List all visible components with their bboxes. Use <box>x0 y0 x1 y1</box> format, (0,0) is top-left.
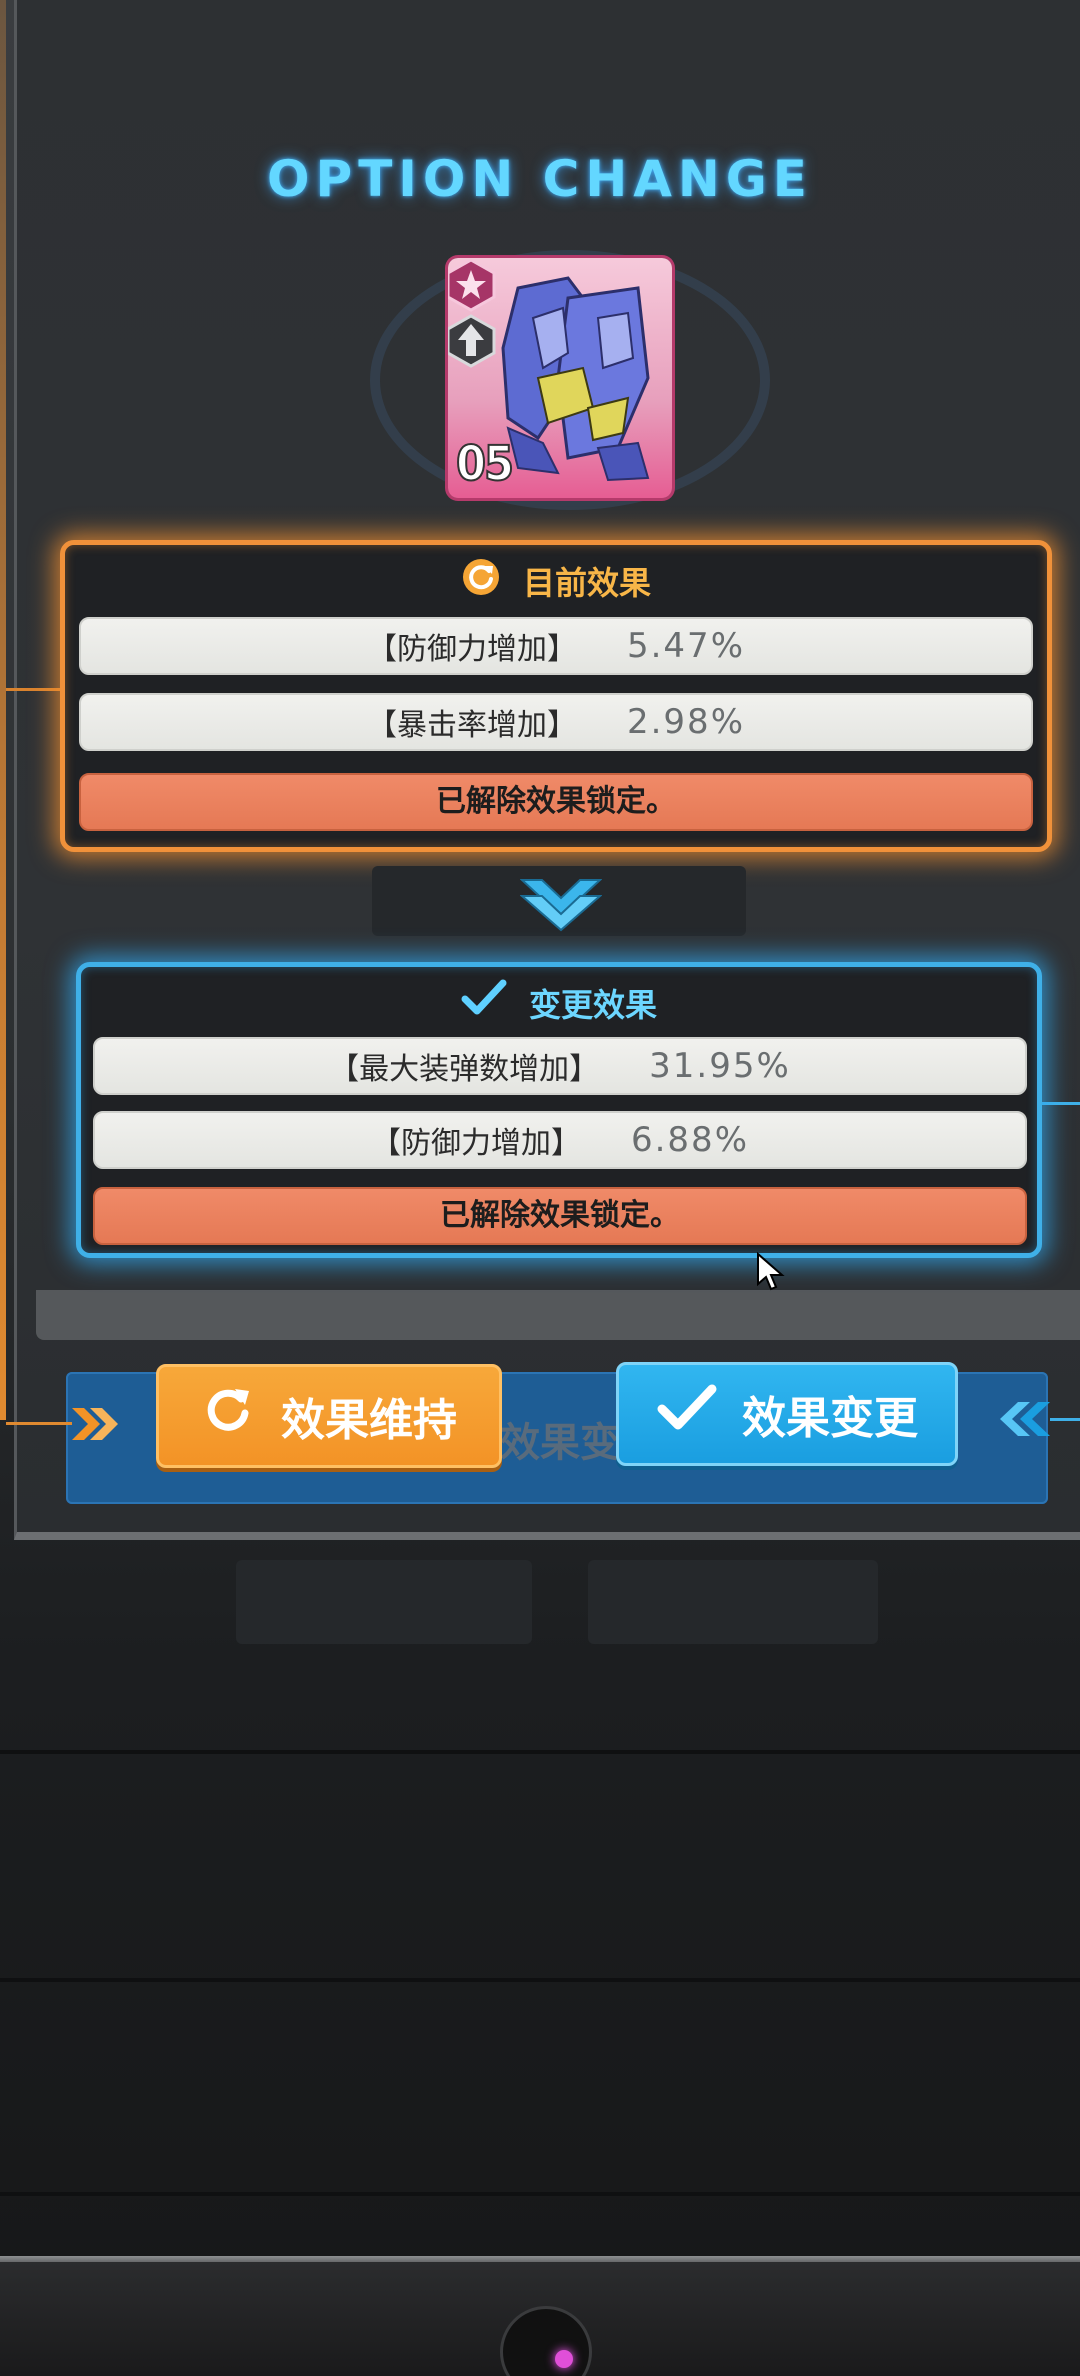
lock-status-bar: 已解除效果锁定。 <box>93 1187 1027 1245</box>
double-arrow-right-icon <box>72 1408 118 1440</box>
refresh-icon <box>201 1383 257 1450</box>
check-icon <box>656 1383 718 1446</box>
divider <box>0 2192 1080 2196</box>
left-frame-line <box>0 0 6 1420</box>
effect-name: 【防御力增加】 <box>366 632 577 667</box>
effect-name: 【最大装弹数增加】 <box>329 1052 600 1087</box>
change-effect-label: 效果变更 <box>742 1393 918 1444</box>
current-effect-header: 目前效果 <box>65 557 1047 605</box>
current-effect-row: 【防御力增加】 5.47% <box>79 617 1033 675</box>
refresh-icon <box>461 557 501 605</box>
arrow-emblem-icon <box>448 314 496 368</box>
changed-effect-row: 【最大装弹数增加】 31.95% <box>93 1037 1027 1095</box>
check-icon <box>461 979 507 1027</box>
chevron-down-icon <box>520 879 602 932</box>
connector-line <box>6 1422 72 1425</box>
effect-value: 2.98% <box>626 702 745 742</box>
page-title: OPTION CHANGE <box>267 150 813 208</box>
game-screen: OPTION CHANGE 05 目前效果 【防御力增加】 5.47% 【暴击率… <box>0 0 1080 2376</box>
divider <box>0 1750 1080 1754</box>
double-arrow-left-icon <box>1000 1402 1050 1436</box>
effect-value: 6.88% <box>630 1120 749 1160</box>
connector-line <box>6 688 62 691</box>
effect-value: 5.47% <box>626 626 745 666</box>
background-ghost <box>236 1560 532 1644</box>
effect-value: 31.95% <box>649 1046 791 1086</box>
lock-status-bar: 已解除效果锁定。 <box>79 773 1033 831</box>
item-card: 05 <box>448 258 672 498</box>
item-level: 05 <box>455 435 515 493</box>
change-effect-button[interactable]: 效果变更 <box>616 1362 958 1466</box>
divider <box>0 1978 1080 1982</box>
effect-name: 【暴击率增加】 <box>366 708 577 743</box>
current-effect-panel: 目前效果 【防御力增加】 5.47% 【暴击率增加】 2.98% 已解除效果锁定… <box>60 540 1052 852</box>
current-effect-row: 【暴击率增加】 2.98% <box>79 693 1033 751</box>
effect-name: 【防御力增加】 <box>370 1126 581 1161</box>
connector-line <box>1050 1418 1080 1421</box>
keep-effect-label: 效果维持 <box>281 1395 457 1446</box>
keep-effect-button[interactable]: 效果维持 <box>156 1364 502 1468</box>
changed-effect-title: 变更效果 <box>528 986 657 1024</box>
mouse-cursor-icon <box>757 1252 785 1291</box>
current-effect-title: 目前效果 <box>522 564 651 602</box>
background-ghost <box>588 1560 878 1644</box>
background-ledge <box>36 1290 1080 1340</box>
changed-effect-header: 变更效果 <box>81 979 1037 1027</box>
indicator-light <box>555 2350 573 2368</box>
changed-effect-panel: 变更效果 【最大装弹数增加】 31.95% 【防御力增加】 6.88% 已解除效… <box>76 962 1042 1258</box>
star-emblem-icon <box>448 258 496 312</box>
changed-effect-row: 【防御力增加】 6.88% <box>93 1111 1027 1169</box>
connector-line <box>1040 1102 1080 1105</box>
